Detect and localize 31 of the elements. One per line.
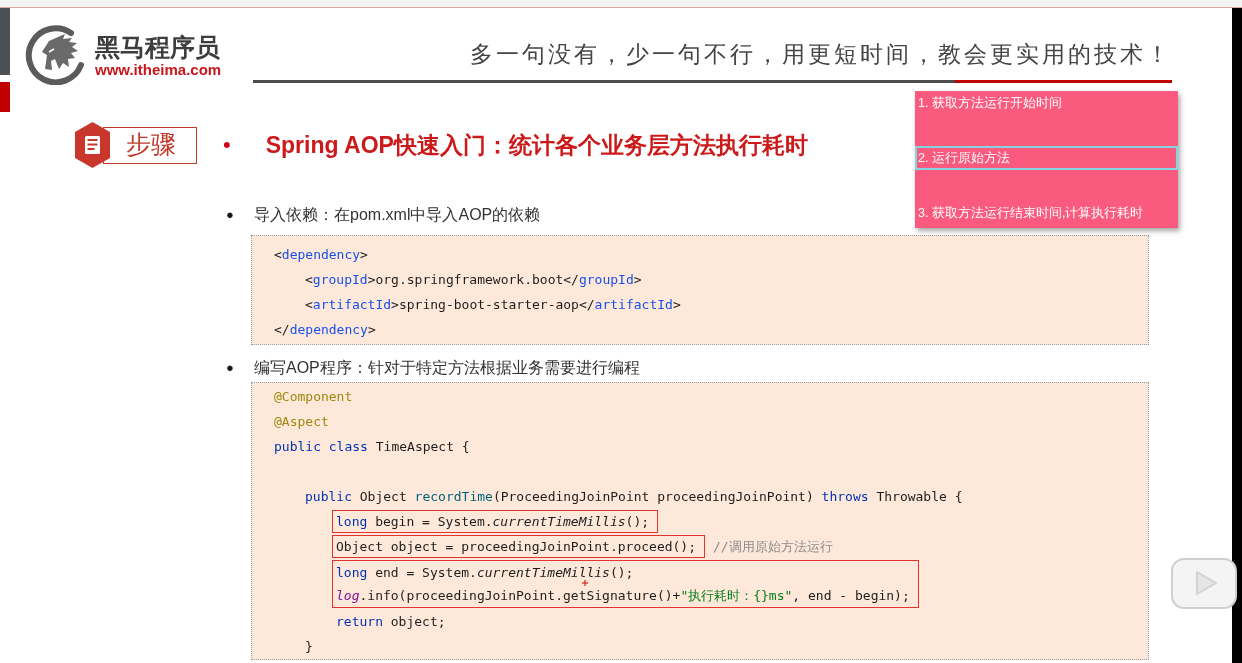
code-line: } xyxy=(305,639,313,654)
code-line: public Object recordTime(ProceedingJoinPoint proceedingJoinPoint) throws Throwable { xyxy=(305,489,963,504)
code-comment: //调用原始方法运行 xyxy=(713,539,833,554)
code-line: long begin = System.currentTimeMillis(); xyxy=(336,514,650,529)
bullet-marker: ● xyxy=(226,360,235,376)
bullet-text: 编写AOP程序：针对于特定方法根据业务需要进行编程 xyxy=(254,358,640,378)
slogan: 多一句没有，少一句不行，用更短时间，教会更实用的技术！ xyxy=(470,40,1172,69)
bullet-marker: • xyxy=(223,133,231,157)
code-line: public class TimeAspect { xyxy=(274,439,470,454)
code-line: <dependency> xyxy=(274,247,368,262)
document-icon xyxy=(75,122,110,168)
step-item[interactable]: 2. 运行原始方法 xyxy=(915,146,1178,170)
code-line: @Component xyxy=(274,389,353,404)
code-line: return object; xyxy=(336,614,446,629)
bullet-text: 导入依赖：在pom.xml中导入AOP的依赖 xyxy=(254,205,541,225)
step-item[interactable]: 1. 获取方法运行开始时间 xyxy=(915,91,1178,115)
code-line: long end = System.currentTimeMillis(); xyxy=(336,565,634,580)
code-line: @Aspect xyxy=(274,414,329,429)
brand-url: www.itheima.com xyxy=(95,61,222,78)
code-line: log.info(proceedingJoinPoint.getSignature()+"执行耗时：{}ms", end - begin); xyxy=(336,588,910,603)
code-line: </dependency> xyxy=(274,322,376,337)
bullet-marker: ● xyxy=(226,207,235,223)
crosshair-cursor-icon xyxy=(582,580,588,586)
brand-name: 黑马程序员 xyxy=(95,34,221,61)
step-item[interactable]: 3. 获取方法运行结束时间,计算执行耗时 xyxy=(915,201,1178,225)
code-line: Object object = proceedingJoinPoint.proceed(); xyxy=(336,539,697,554)
code-line: <groupId>org.springframework.boot</groupId> xyxy=(305,272,642,287)
code-line: <artifactId>spring-boot-starter-aop</artifactId> xyxy=(305,297,681,312)
accent-bar xyxy=(0,8,10,75)
accent-bar xyxy=(0,82,10,112)
slide-title: Spring AOP快速入门：统计各个业务层方法执行耗时 xyxy=(265,131,808,160)
